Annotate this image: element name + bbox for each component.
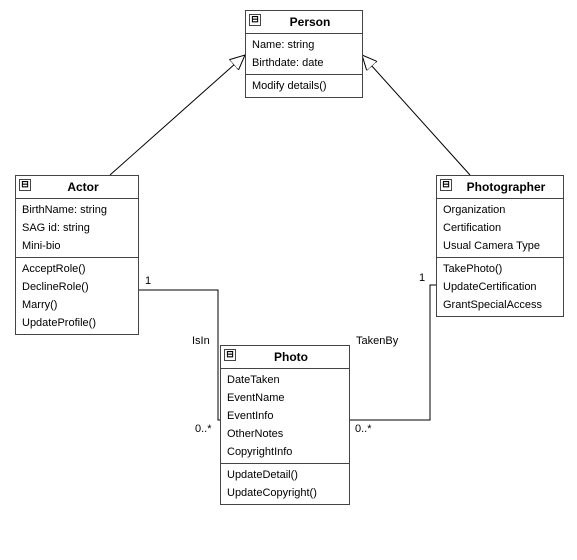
attribute: EventInfo bbox=[221, 407, 349, 425]
attribute: Certification bbox=[437, 219, 563, 237]
gen-actor-person bbox=[110, 55, 245, 175]
attributes-section: Organization Certification Usual Camera … bbox=[437, 199, 563, 258]
attributes-section: DateTaken EventName EventInfo OtherNotes… bbox=[221, 369, 349, 464]
attribute: Organization bbox=[437, 201, 563, 219]
operation: UpdateDetail() bbox=[221, 466, 349, 484]
mult-photo-side-isin: 0..* bbox=[195, 423, 212, 435]
assoc-label-takenby: TakenBy bbox=[356, 335, 398, 347]
class-name-label: Person bbox=[290, 15, 331, 29]
assoc-actor-photo bbox=[139, 290, 220, 420]
gen-photographer-person bbox=[362, 55, 470, 175]
operation: GrantSpecialAccess bbox=[437, 296, 563, 314]
attribute: EventName bbox=[221, 389, 349, 407]
attribute: Name: string bbox=[246, 36, 362, 54]
attribute: DateTaken bbox=[221, 371, 349, 389]
class-person[interactable]: ⊟ Person Name: string Birthdate: date Mo… bbox=[245, 10, 363, 98]
operations-section: Modify details() bbox=[246, 75, 362, 97]
class-title: ⊟ Person bbox=[246, 11, 362, 34]
class-photographer[interactable]: ⊟ Photographer Organization Certificatio… bbox=[436, 175, 564, 317]
operation: UpdateProfile() bbox=[16, 314, 138, 332]
attributes-section: BirthName: string SAG id: string Mini-bi… bbox=[16, 199, 138, 258]
operation: Modify details() bbox=[246, 77, 362, 95]
collapse-icon[interactable]: ⊟ bbox=[19, 179, 31, 191]
collapse-icon[interactable]: ⊟ bbox=[224, 349, 236, 361]
class-title: ⊟ Photo bbox=[221, 346, 349, 369]
collapse-icon[interactable]: ⊟ bbox=[440, 179, 452, 191]
mult-photographer-side: 1 bbox=[419, 272, 425, 284]
operations-section: AcceptRole() DeclineRole() Marry() Updat… bbox=[16, 258, 138, 334]
operation: UpdateCopyright() bbox=[221, 484, 349, 502]
operation: AcceptRole() bbox=[16, 260, 138, 278]
class-title: ⊟ Photographer bbox=[437, 176, 563, 199]
class-name-label: Photographer bbox=[467, 180, 546, 194]
operation: TakePhoto() bbox=[437, 260, 563, 278]
attribute: BirthName: string bbox=[16, 201, 138, 219]
class-name-label: Actor bbox=[67, 180, 98, 194]
assoc-photo-photographer bbox=[350, 285, 436, 420]
operations-section: UpdateDetail() UpdateCopyright() bbox=[221, 464, 349, 504]
attribute: Birthdate: date bbox=[246, 54, 362, 72]
attribute: CopyrightInfo bbox=[221, 443, 349, 461]
attributes-section: Name: string Birthdate: date bbox=[246, 34, 362, 75]
operation: Marry() bbox=[16, 296, 138, 314]
mult-actor-side: 1 bbox=[145, 275, 151, 287]
operations-section: TakePhoto() UpdateCertification GrantSpe… bbox=[437, 258, 563, 316]
class-actor[interactable]: ⊟ Actor BirthName: string SAG id: string… bbox=[15, 175, 139, 335]
operation: DeclineRole() bbox=[16, 278, 138, 296]
class-photo[interactable]: ⊟ Photo DateTaken EventName EventInfo Ot… bbox=[220, 345, 350, 505]
attribute: SAG id: string bbox=[16, 219, 138, 237]
attribute: OtherNotes bbox=[221, 425, 349, 443]
mult-photo-side-takenby: 0..* bbox=[355, 423, 372, 435]
operation: UpdateCertification bbox=[437, 278, 563, 296]
assoc-label-isin: IsIn bbox=[192, 335, 210, 347]
class-name-label: Photo bbox=[274, 350, 308, 364]
class-title: ⊟ Actor bbox=[16, 176, 138, 199]
attribute: Mini-bio bbox=[16, 237, 138, 255]
attribute: Usual Camera Type bbox=[437, 237, 563, 255]
collapse-icon[interactable]: ⊟ bbox=[249, 14, 261, 26]
